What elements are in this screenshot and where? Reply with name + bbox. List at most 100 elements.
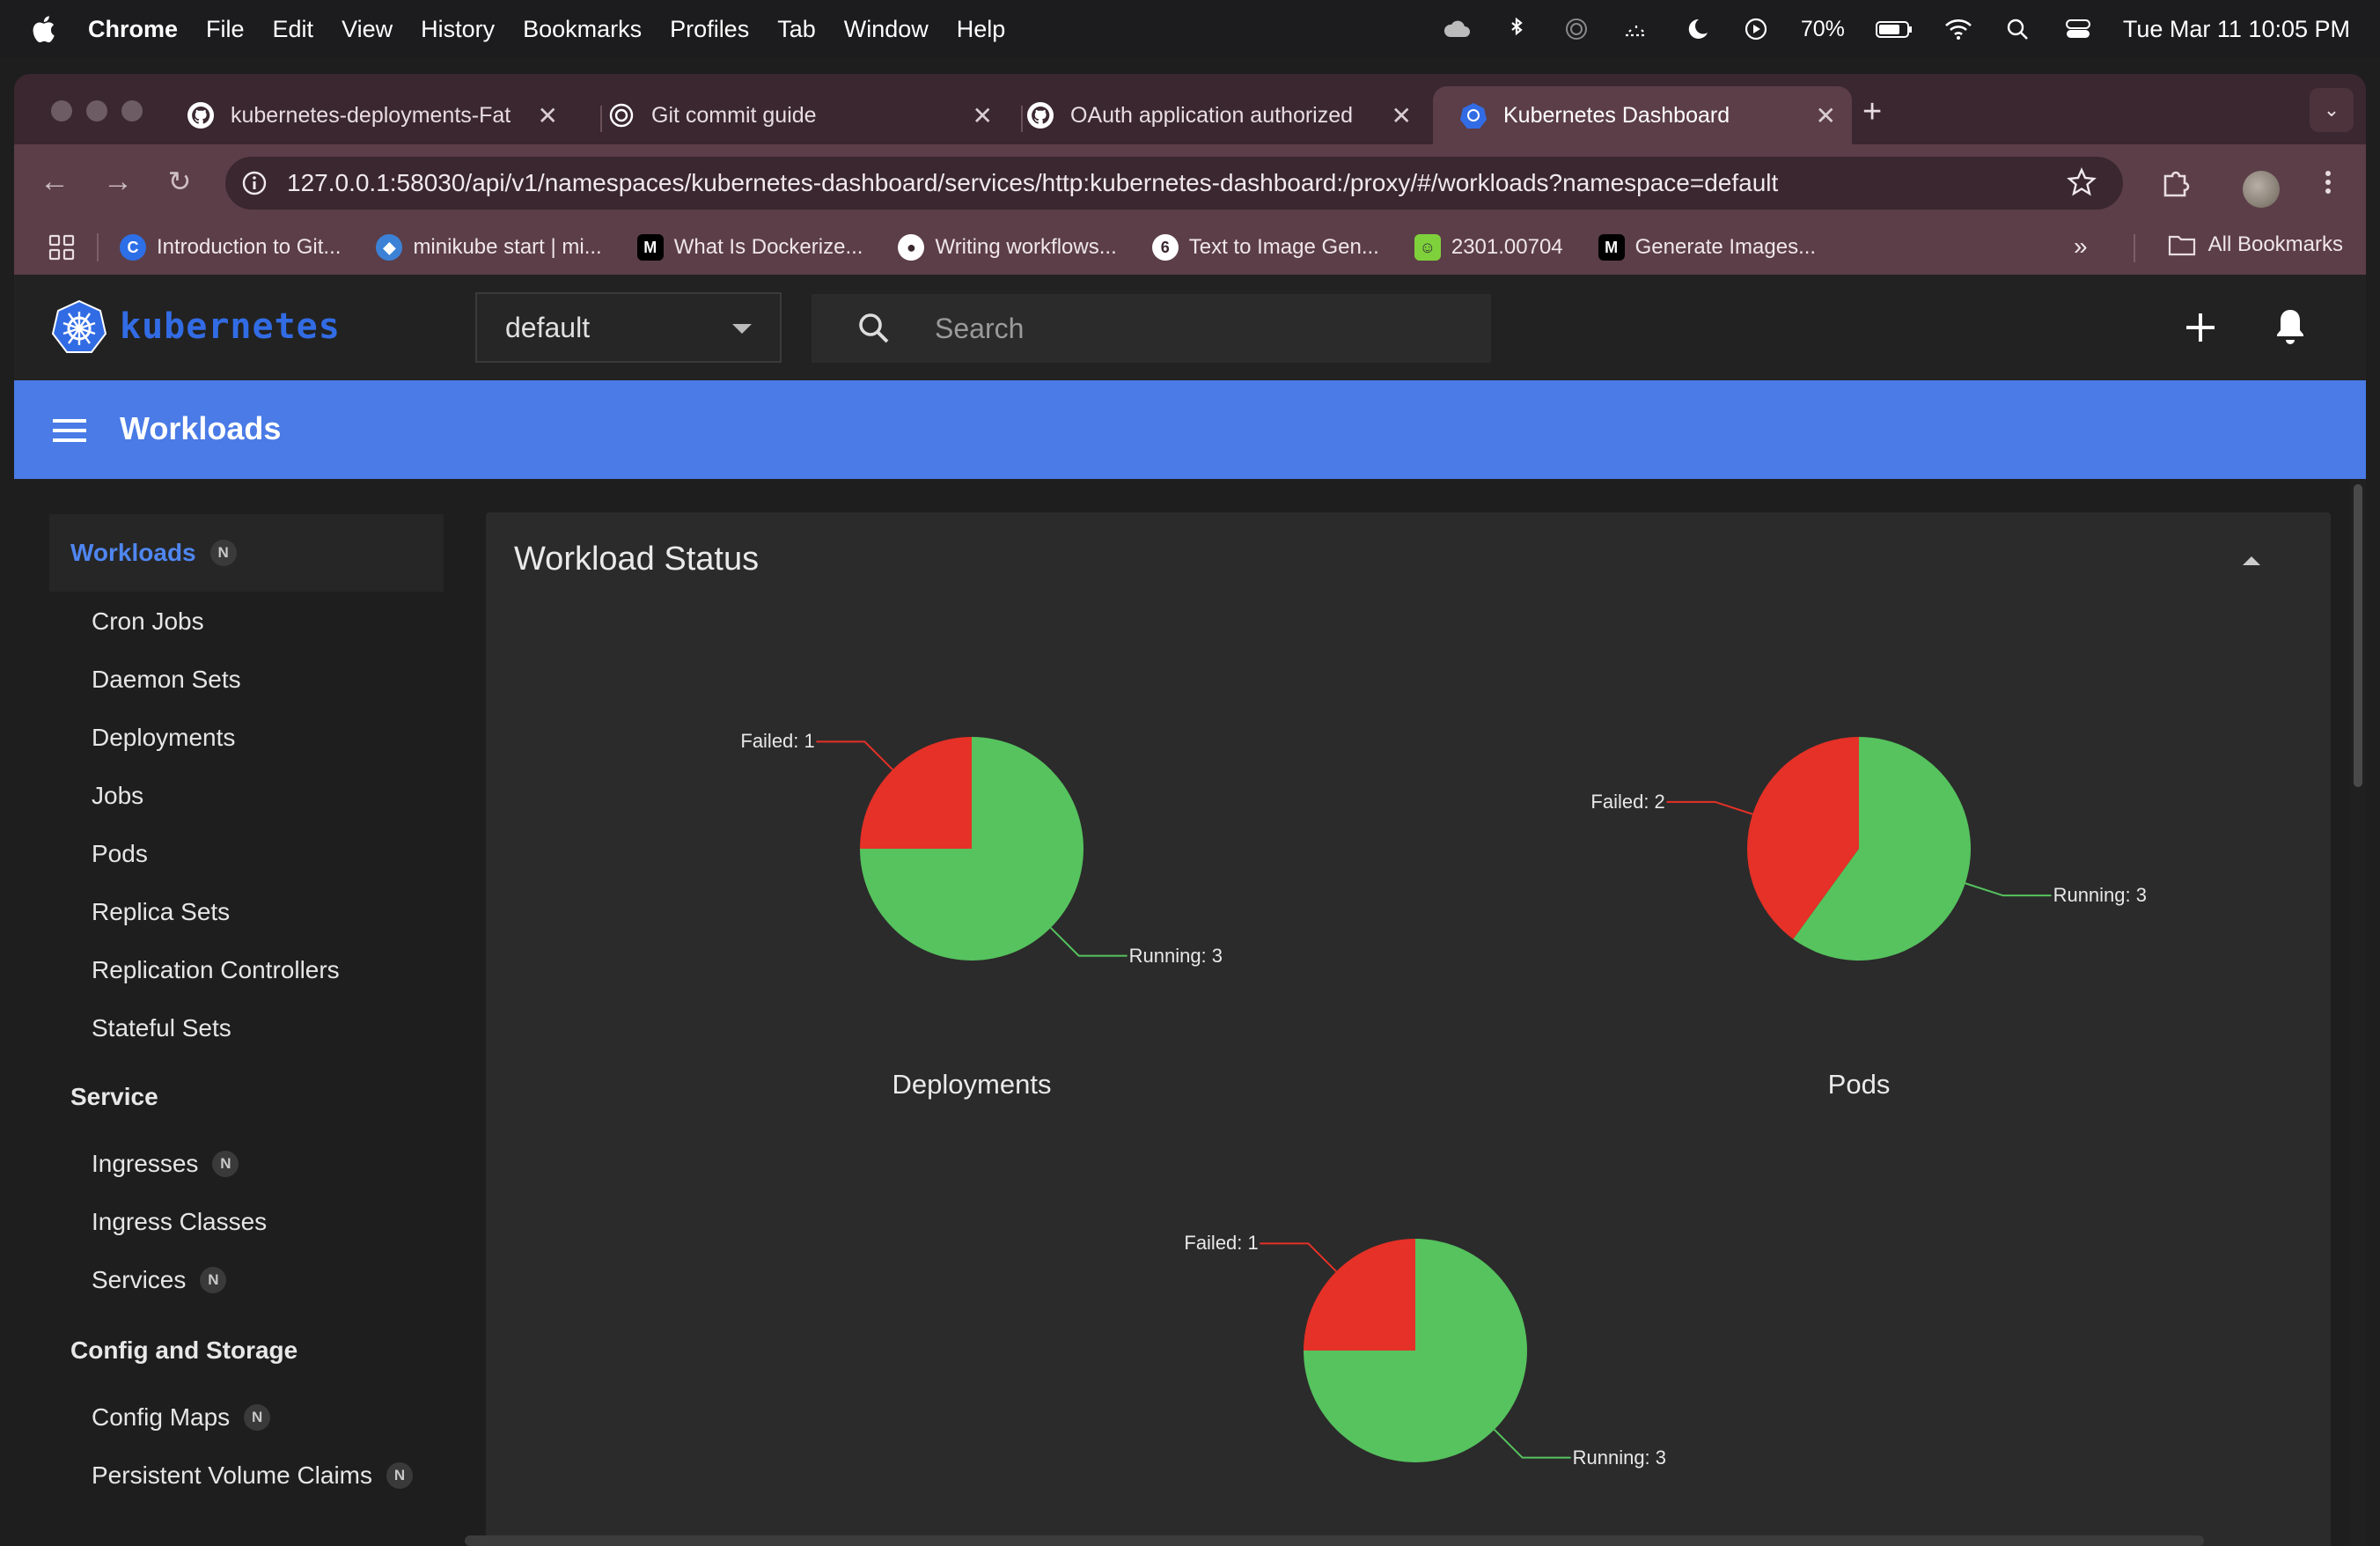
menu-tab[interactable]: Tab [777, 16, 816, 43]
bookmarks-overflow-icon[interactable]: » [2074, 232, 2088, 261]
sidebar-item-jobs[interactable]: Jobs [92, 782, 143, 810]
tab-close-icon[interactable]: ✕ [1816, 101, 1836, 130]
tab-search-button[interactable]: ⌄ [2310, 88, 2354, 132]
bookmark-item[interactable]: 6 Text to Image Gen... [1151, 234, 1379, 261]
search-input[interactable] [935, 312, 1463, 345]
menu-edit[interactable]: Edit [273, 16, 314, 43]
sidebar-item-label: Pods [92, 840, 148, 867]
tab-close-icon[interactable]: ✕ [538, 101, 558, 130]
cloud-icon[interactable] [1442, 16, 1472, 42]
menu-help[interactable]: Help [957, 16, 1006, 43]
sidebar-item-replication-controllers[interactable]: Replication Controllers [92, 956, 340, 984]
menu-file[interactable]: File [206, 16, 245, 43]
sidebar-section-config-storage[interactable]: Config and Storage [70, 1336, 298, 1365]
app-logo-text[interactable]: kubernetes [120, 306, 341, 347]
new-tab-button[interactable]: + [1862, 93, 1882, 131]
notifications-bell-icon[interactable] [2273, 306, 2308, 347]
hamburger-menu-icon[interactable] [53, 417, 86, 444]
display-icon[interactable] [1621, 16, 1651, 42]
clock[interactable]: Tue Mar 11 10:05 PM [2123, 16, 2350, 43]
kubernetes-logo-icon[interactable] [51, 299, 107, 356]
sidebar-item-label: Config Maps [92, 1403, 231, 1431]
sidebar-item-persistent-volume-claims[interactable]: Persistent Volume Claims N [92, 1461, 414, 1490]
folder-icon [2168, 235, 2195, 256]
sidebar-item-ingresses[interactable]: Ingresses N [92, 1150, 239, 1178]
window-close-button[interactable] [51, 100, 72, 121]
namespaced-badge: N [244, 1404, 271, 1431]
apps-grid-icon[interactable] [48, 233, 76, 261]
bookmark-item[interactable]: ● Writing workflows... [898, 234, 1117, 261]
sidebar-item-stateful-sets[interactable]: Stateful Sets [92, 1014, 231, 1042]
tab-close-icon[interactable]: ✕ [973, 101, 993, 130]
sidebar-item-label: Replica Sets [92, 898, 231, 925]
bookmark-item[interactable]: M What Is Dockerize... [636, 234, 863, 261]
scrollbar-thumb[interactable] [2354, 484, 2362, 787]
sidebar-item-pods[interactable]: Pods [92, 840, 148, 868]
window-zoom-button[interactable] [121, 100, 143, 121]
smiley-icon: ☺ [1414, 234, 1441, 261]
tab-git-commit-guide[interactable]: Git commit guide ✕ [607, 86, 1009, 144]
bookmark-label: Text to Image Gen... [1188, 235, 1379, 259]
site-info-icon[interactable] [241, 170, 268, 196]
menu-app-name[interactable]: Chrome [88, 16, 178, 43]
bookmark-item[interactable]: M Generate Images... [1598, 234, 1816, 261]
tab-kubernetes-deployments[interactable]: kubernetes-deployments-Fat ✕ [187, 86, 574, 144]
sidebar-item-config-maps[interactable]: Config Maps N [92, 1403, 271, 1432]
menu-history[interactable]: History [421, 16, 495, 43]
sidebar-item-deployments[interactable]: Deployments [92, 724, 235, 752]
tab-oauth-authorized[interactable]: OAuth application authorized ✕ [1026, 86, 1428, 144]
menu-view[interactable]: View [342, 16, 393, 43]
sidebar-item-cron-jobs[interactable]: Cron Jobs [92, 607, 204, 636]
wifi-icon[interactable] [1943, 16, 1973, 42]
six-logo-icon: 6 [1151, 234, 1179, 261]
all-bookmarks-label: All Bookmarks [2207, 232, 2343, 256]
apple-icon[interactable] [30, 15, 56, 43]
tab-kubernetes-dashboard[interactable]: Kubernetes Dashboard ✕ [1433, 86, 1852, 144]
address-bar[interactable]: 127.0.0.1:58030/api/v1/namespaces/kubern… [225, 157, 2123, 210]
namespace-selector[interactable]: default [475, 292, 782, 363]
sidebar-item-services[interactable]: Services N [92, 1266, 227, 1294]
window-minimize-button[interactable] [86, 100, 107, 121]
bookmark-item[interactable]: ◆ minikube start | mi... [376, 234, 602, 261]
bookmark-star-icon[interactable] [2067, 167, 2097, 197]
app-header: kubernetes default [14, 275, 2366, 380]
control-center-icon[interactable] [2063, 16, 2093, 42]
search-icon[interactable] [856, 310, 892, 347]
battery-icon[interactable] [1875, 16, 1914, 42]
c-logo-icon: C [120, 234, 146, 261]
airdrop-icon[interactable] [1561, 16, 1591, 42]
menu-bookmarks[interactable]: Bookmarks [523, 16, 642, 43]
page-title: Workloads [120, 410, 282, 446]
bluetooth-icon[interactable] [1502, 16, 1532, 42]
sidebar-item-ingress-classes[interactable]: Ingress Classes [92, 1208, 267, 1236]
sidebar-item-label: Services [92, 1266, 187, 1293]
bookmark-item[interactable]: C Introduction to Git... [120, 234, 341, 261]
play-icon[interactable] [1741, 16, 1771, 42]
menu-profiles[interactable]: Profiles [670, 16, 749, 43]
extensions-icon[interactable] [2158, 166, 2192, 199]
sidebar-item-daemon-sets[interactable]: Daemon Sets [92, 666, 241, 694]
menu-window[interactable]: Window [844, 16, 929, 43]
pie-leader-line [1494, 1429, 1571, 1459]
spotlight-search-icon[interactable] [2003, 16, 2033, 42]
profile-avatar[interactable] [2243, 171, 2280, 208]
create-plus-icon[interactable] [2183, 310, 2218, 345]
kebab-menu-icon[interactable] [2311, 166, 2345, 199]
reload-icon[interactable]: ↻ [162, 164, 197, 199]
sidebar-section-service[interactable]: Service [70, 1083, 158, 1111]
back-arrow-icon[interactable]: ← [37, 164, 72, 199]
vertical-scrollbar[interactable] [2350, 479, 2366, 1546]
browser-toolbar: ← → ↻ 127.0.0.1:58030/api/v1/namespaces/… [14, 144, 2366, 220]
horizontal-scrollbar[interactable] [465, 1535, 2204, 1546]
sidebar-section-workloads[interactable]: Workloads N [70, 539, 237, 567]
tab-close-icon[interactable]: ✕ [1392, 101, 1412, 130]
moon-icon[interactable] [1681, 16, 1711, 42]
sidebar-item-replica-sets[interactable]: Replica Sets [92, 898, 230, 926]
github-icon [1027, 102, 1054, 129]
all-bookmarks-button[interactable]: All Bookmarks [2168, 232, 2343, 257]
tab-title: OAuth application authorized [1070, 102, 1354, 128]
workload-status-card: Workload Status Failed: 1 Running: 3 Deplo… [486, 512, 2331, 1546]
minikube-icon: ◆ [376, 234, 403, 261]
bookmark-item[interactable]: ☺ 2301.00704 [1414, 234, 1563, 261]
forward-arrow-icon[interactable]: → [100, 164, 136, 199]
